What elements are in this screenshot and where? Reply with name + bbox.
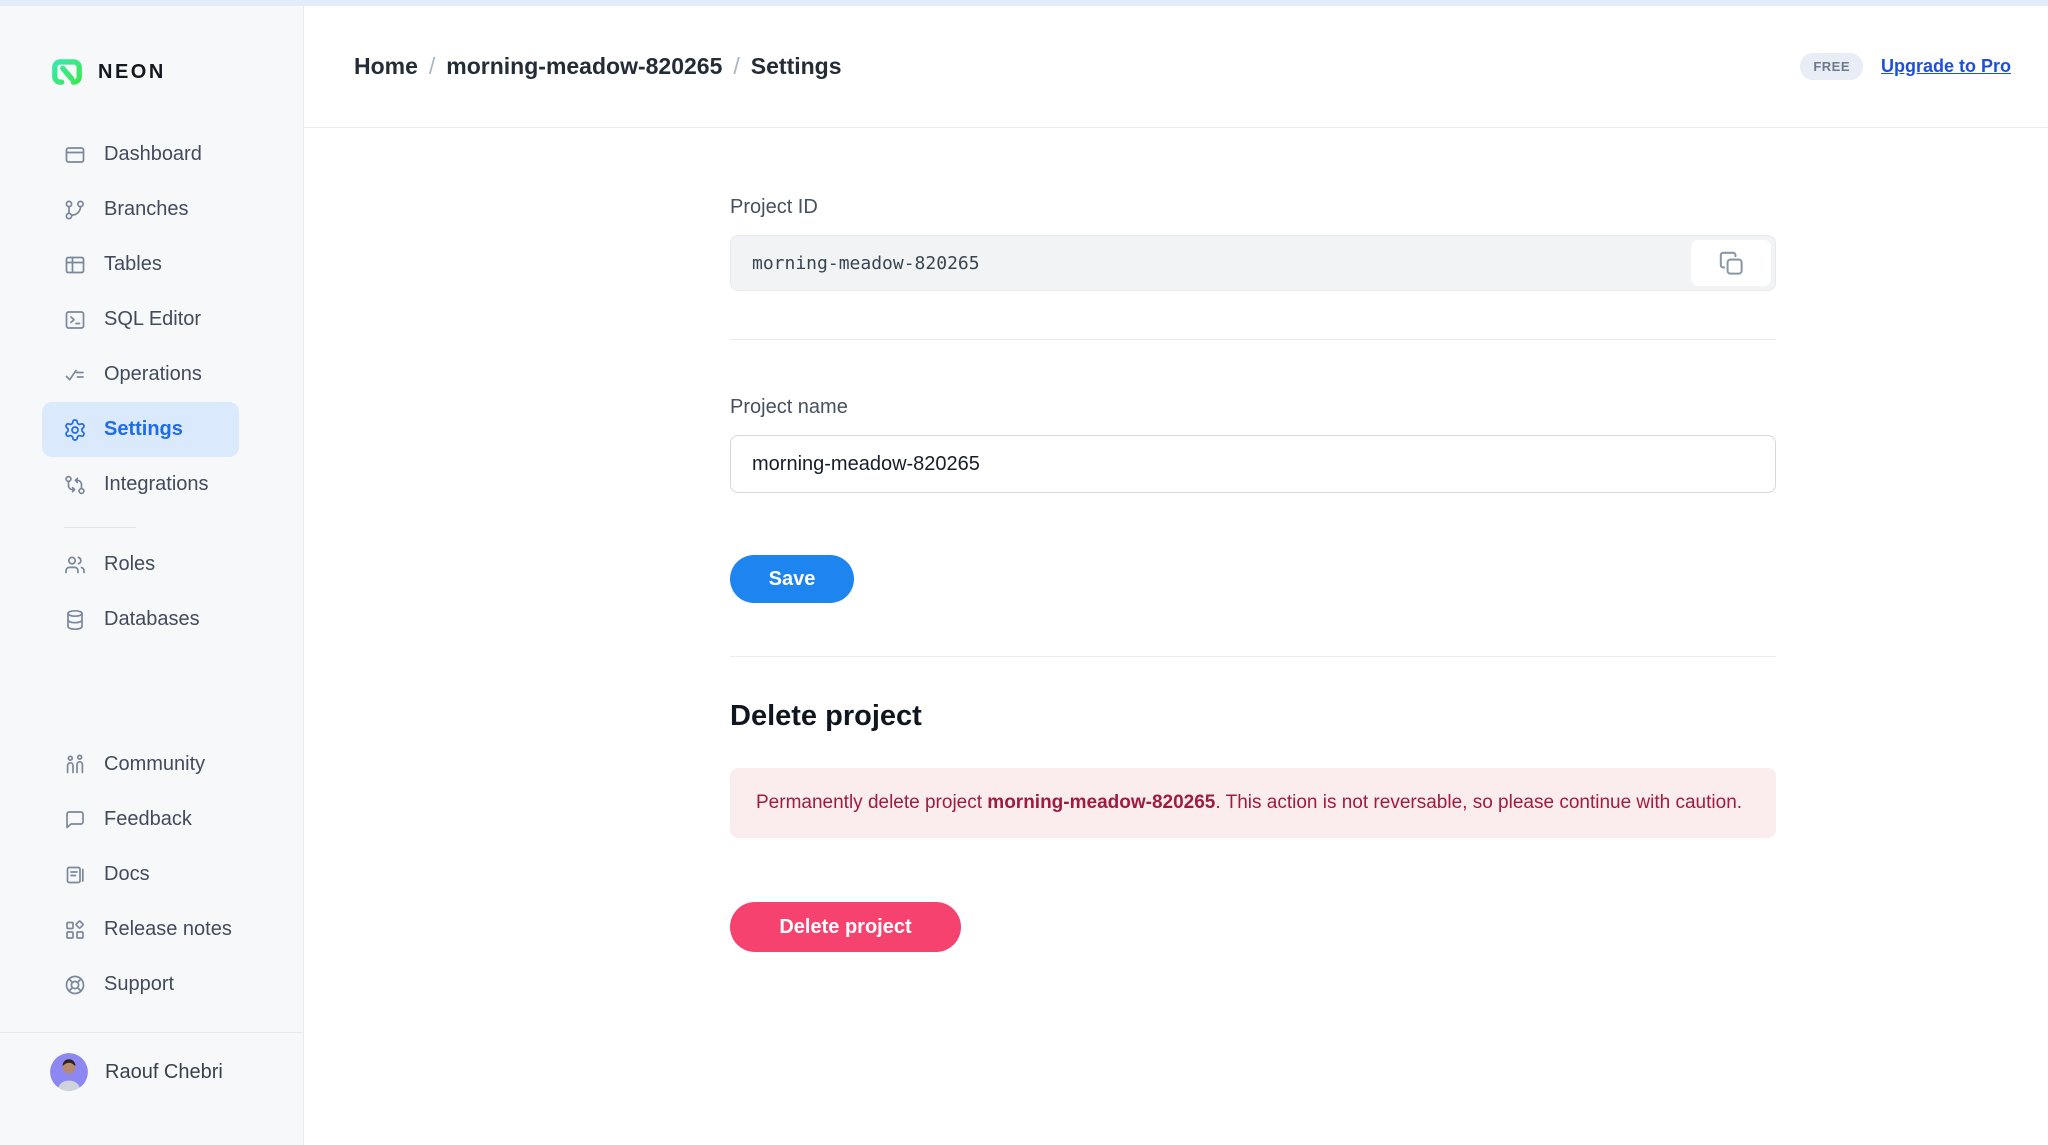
- sidebar-item-settings[interactable]: Settings: [42, 402, 239, 457]
- sidebar-item-docs[interactable]: Docs: [42, 847, 239, 902]
- sidebar-item-label: Tables: [104, 253, 162, 276]
- sidebar-divider: [0, 1032, 303, 1033]
- sidebar-divider: [64, 527, 136, 528]
- project-id-field: morning-meadow-820265: [730, 235, 1776, 291]
- sidebar-item-operations[interactable]: Operations: [42, 347, 239, 402]
- sidebar: NEON Dashboard Branches Tables: [0, 6, 304, 1145]
- sidebar-item-label: Dashboard: [104, 143, 202, 166]
- sidebar-item-label: Databases: [104, 608, 200, 631]
- warning-text: . This action is not reversable, so plea…: [1215, 792, 1742, 813]
- sidebar-item-label: Community: [104, 753, 205, 776]
- sidebar-item-branches[interactable]: Branches: [42, 182, 239, 237]
- sidebar-item-label: Release notes: [104, 918, 232, 941]
- dashboard-icon: [63, 143, 87, 167]
- sidebar-item-label: Docs: [104, 863, 150, 886]
- secondary-nav: Roles Databases: [42, 537, 239, 647]
- header-right: FREE Upgrade to Pro: [1800, 53, 2011, 80]
- feedback-icon: [63, 808, 87, 832]
- section-divider: [730, 656, 1776, 657]
- sidebar-item-label: Settings: [104, 418, 183, 441]
- project-name-label: Project name: [730, 396, 1776, 419]
- branches-icon: [63, 198, 87, 222]
- breadcrumb-separator: /: [429, 53, 435, 80]
- sidebar-item-label: Roles: [104, 553, 155, 576]
- sidebar-item-release-notes[interactable]: Release notes: [42, 902, 239, 957]
- settings-page: Project ID morning-meadow-820265 Project…: [304, 128, 2048, 1145]
- user-name: Raouf Chebri: [105, 1061, 223, 1084]
- sidebar-item-label: Integrations: [104, 473, 209, 496]
- sidebar-item-label: Operations: [104, 363, 202, 386]
- project-id-value: morning-meadow-820265: [752, 253, 980, 274]
- project-name-input[interactable]: [730, 435, 1776, 493]
- sidebar-item-label: Support: [104, 973, 174, 996]
- release-notes-icon: [63, 918, 87, 942]
- warning-project-name: morning-meadow-820265: [987, 792, 1215, 813]
- sidebar-item-label: Feedback: [104, 808, 192, 831]
- breadcrumb: Home / morning-meadow-820265 / Settings: [354, 53, 842, 80]
- breadcrumb-project[interactable]: morning-meadow-820265: [446, 53, 722, 80]
- support-icon: [63, 973, 87, 997]
- copy-button[interactable]: [1691, 240, 1771, 286]
- sidebar-item-label: Branches: [104, 198, 189, 221]
- sidebar-item-databases[interactable]: Databases: [42, 592, 239, 647]
- sidebar-item-roles[interactable]: Roles: [42, 537, 239, 592]
- page-header: Home / morning-meadow-820265 / Settings …: [304, 6, 2048, 128]
- delete-project-heading: Delete project: [730, 700, 1776, 733]
- avatar: [50, 1053, 88, 1091]
- neon-console: NEON Dashboard Branches Tables: [0, 0, 2048, 1145]
- neon-logo-icon: [50, 55, 84, 89]
- brand-logo[interactable]: NEON: [50, 55, 166, 89]
- databases-icon: [63, 608, 87, 632]
- project-id-label: Project ID: [730, 196, 1776, 219]
- save-button[interactable]: Save: [730, 555, 854, 603]
- warning-text: Permanently delete project: [756, 792, 987, 813]
- sidebar-item-integrations[interactable]: Integrations: [42, 457, 239, 512]
- tables-icon: [63, 253, 87, 277]
- roles-icon: [63, 553, 87, 577]
- primary-nav: Dashboard Branches Tables SQL Editor: [42, 127, 239, 512]
- brand-name: NEON: [98, 61, 166, 84]
- breadcrumb-separator: /: [733, 53, 739, 80]
- breadcrumb-settings: Settings: [751, 53, 842, 80]
- sidebar-item-feedback[interactable]: Feedback: [42, 792, 239, 847]
- copy-icon: [1718, 250, 1745, 277]
- sidebar-item-label: SQL Editor: [104, 308, 201, 331]
- delete-warning-banner: Permanently delete project morning-meado…: [730, 768, 1776, 838]
- plan-badge: FREE: [1800, 53, 1863, 80]
- community-icon: [63, 753, 87, 777]
- upgrade-to-pro-link[interactable]: Upgrade to Pro: [1881, 56, 2011, 77]
- section-divider: [730, 339, 1776, 340]
- tertiary-nav: Community Feedback Docs Release notes: [42, 737, 239, 1012]
- operations-icon: [63, 363, 87, 387]
- docs-icon: [63, 863, 87, 887]
- sidebar-item-support[interactable]: Support: [42, 957, 239, 1012]
- user-menu[interactable]: Raouf Chebri: [50, 1053, 223, 1091]
- delete-project-button[interactable]: Delete project: [730, 902, 961, 952]
- settings-gear-icon: [63, 418, 87, 442]
- sidebar-item-community[interactable]: Community: [42, 737, 239, 792]
- sql-editor-icon: [63, 308, 87, 332]
- sidebar-item-sql-editor[interactable]: SQL Editor: [42, 292, 239, 347]
- sidebar-item-tables[interactable]: Tables: [42, 237, 239, 292]
- sidebar-item-dashboard[interactable]: Dashboard: [42, 127, 239, 182]
- integrations-icon: [63, 473, 87, 497]
- breadcrumb-home[interactable]: Home: [354, 53, 418, 80]
